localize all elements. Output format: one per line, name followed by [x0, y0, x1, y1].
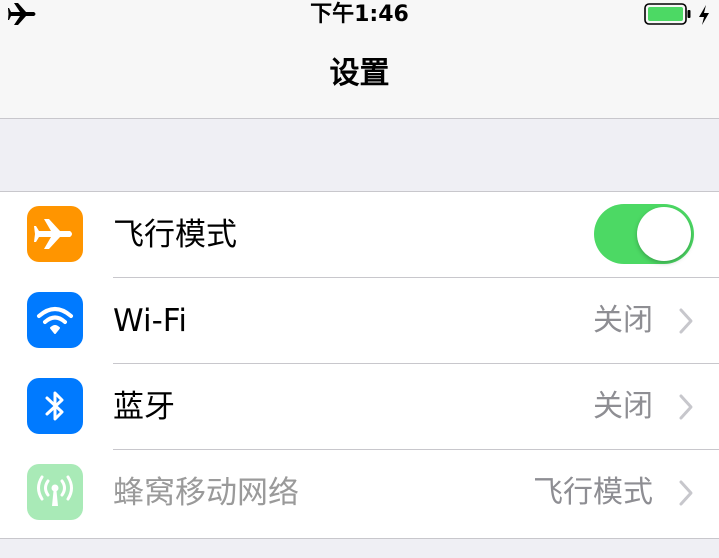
chevron-right-icon: [679, 308, 693, 334]
settings-list: 飞行模式 Wi-Fi 关闭 蓝牙 关闭 蜂窝移动网络 飞行模式: [0, 192, 719, 539]
chevron-right-icon: [679, 480, 693, 506]
settings-row-label: 蜂窝移动网络: [113, 475, 299, 511]
page-title: 设置: [329, 56, 390, 91]
wifi-icon: [27, 292, 83, 348]
settings-row-wifi[interactable]: Wi-Fi 关闭: [0, 278, 719, 364]
settings-row-airplane-mode[interactable]: 飞行模式: [0, 192, 719, 278]
charging-bolt-icon: [699, 5, 709, 25]
settings-row-value: 关闭: [593, 389, 653, 424]
status-bar: 下午1:46: [0, 0, 719, 30]
battery-icon: [644, 3, 691, 25]
airplane-mode-toggle[interactable]: [594, 204, 694, 264]
settings-row-label: 蓝牙: [113, 389, 175, 425]
status-time: 下午1:46: [310, 2, 409, 27]
toggle-knob: [637, 207, 691, 261]
settings-row-cellular[interactable]: 蜂窝移动网络 飞行模式: [0, 450, 719, 536]
settings-row-bluetooth[interactable]: 蓝牙 关闭: [0, 364, 719, 450]
settings-row-label: 飞行模式: [113, 217, 237, 253]
chevron-right-icon: [679, 394, 693, 420]
settings-row-value: 关闭: [593, 303, 653, 338]
navigation-bar: 设置: [0, 30, 719, 119]
settings-row-label: Wi-Fi: [113, 303, 187, 339]
bluetooth-icon: [27, 378, 83, 434]
airplane-icon: [27, 206, 83, 262]
section-spacer: [0, 119, 719, 192]
settings-row-value: 飞行模式: [533, 475, 653, 510]
cellular-antenna-icon: [27, 464, 83, 520]
section-spacer-bottom: [0, 539, 719, 558]
